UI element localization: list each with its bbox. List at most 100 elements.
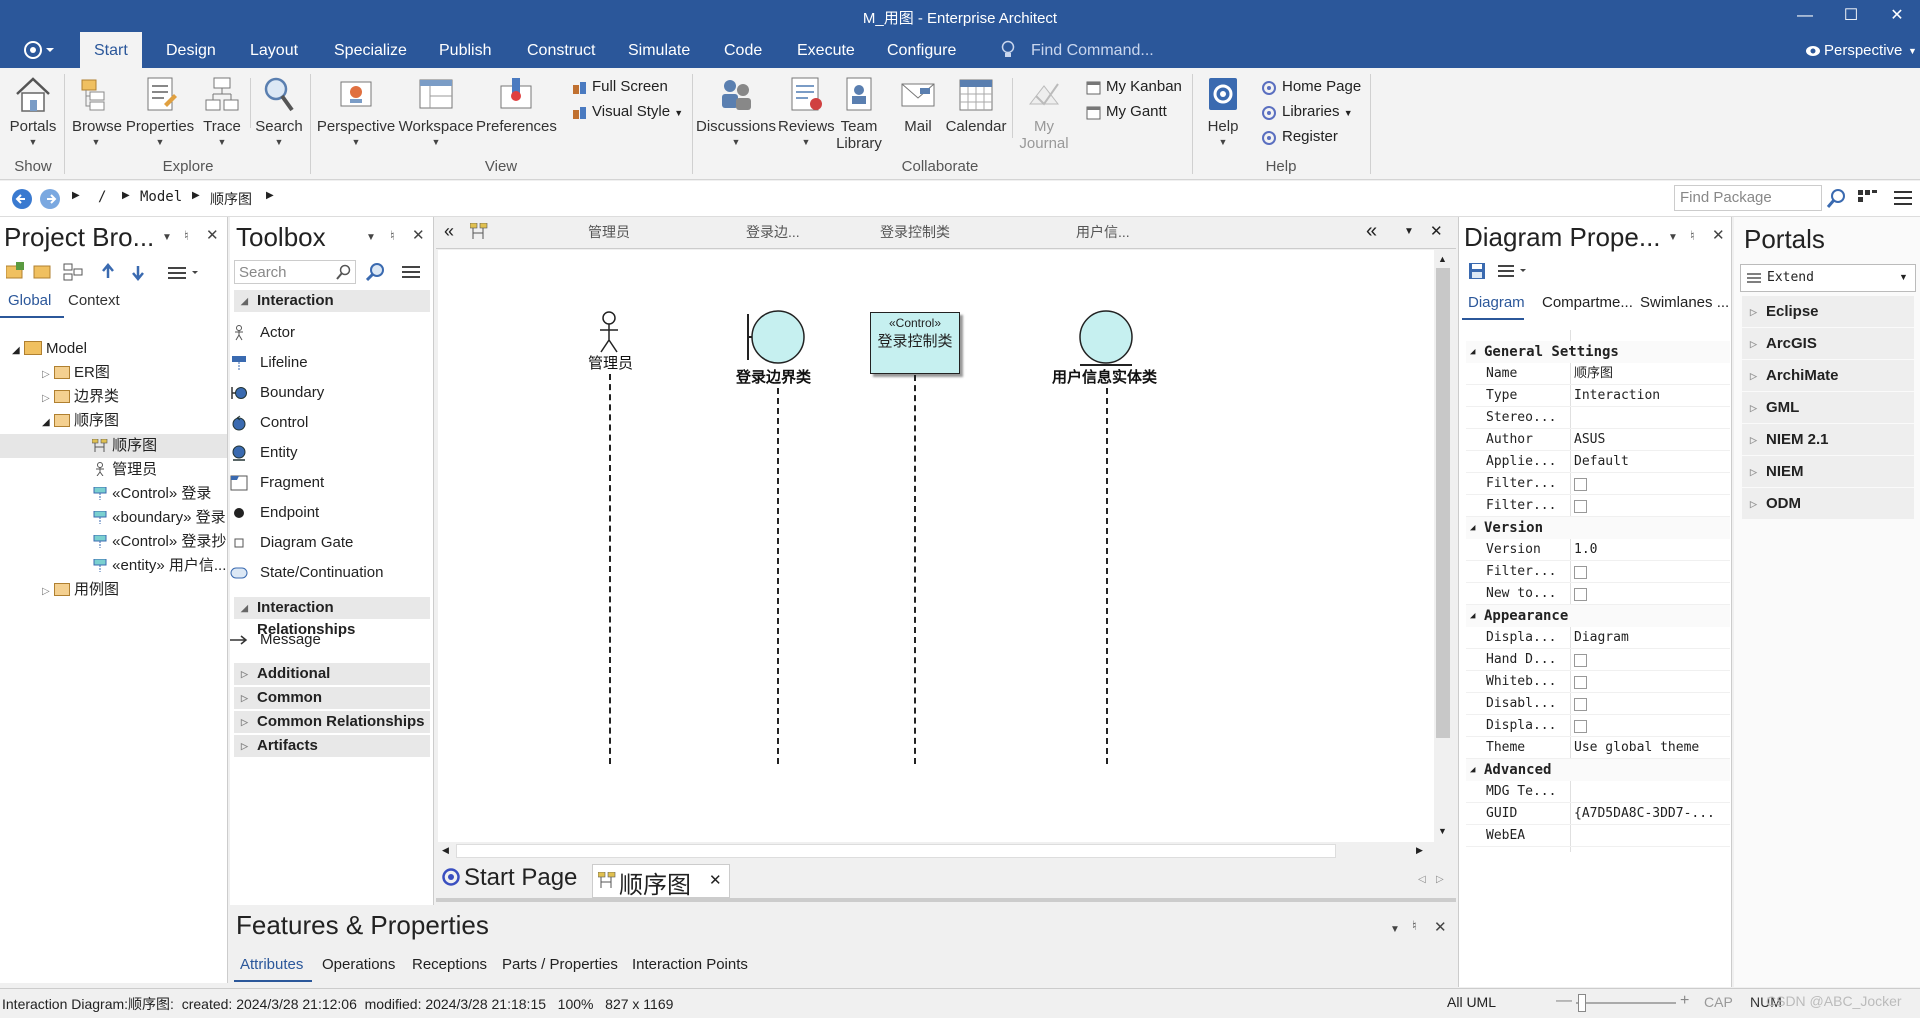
tab-scroll-right-icon[interactable]: ▷ (1436, 874, 1444, 885)
preferences-button[interactable]: Preferences (476, 72, 557, 135)
checkbox[interactable] (1574, 654, 1587, 667)
minimize-button[interactable]: — (1785, 4, 1825, 28)
prop-mdg[interactable]: MDG Te... (1466, 781, 1730, 803)
grid-icon[interactable] (1856, 187, 1878, 209)
tree-item-entity[interactable]: «entity» 用户信... (92, 555, 226, 577)
close-panel-icon[interactable]: ✕ (206, 226, 219, 244)
close-panel-icon[interactable]: ✕ (1712, 226, 1725, 244)
panel-dropdown-icon[interactable]: ▼ (366, 232, 376, 243)
scroll-thumb[interactable] (1436, 268, 1450, 738)
home-page-button[interactable]: Home Page (1260, 76, 1361, 98)
checkbox[interactable] (1574, 566, 1587, 579)
checkbox[interactable] (1574, 588, 1587, 601)
tab-sequence-diagram[interactable]: 顺序图 ✕ (592, 864, 730, 899)
prop-filter-1[interactable]: Filter... (1466, 473, 1730, 495)
prop-display-2[interactable]: Displa... (1466, 715, 1730, 737)
my-journal-button[interactable]: My Journal (1016, 72, 1072, 152)
toolbox-item-entity[interactable]: Entity (232, 444, 298, 461)
portal-odm[interactable]: ▷ ODM (1742, 488, 1914, 520)
tab-operations[interactable]: Operations (322, 956, 395, 973)
menu-icon[interactable] (1496, 262, 1532, 280)
search-icon[interactable] (336, 264, 352, 280)
tab-receptions[interactable]: Receptions (412, 956, 487, 973)
tab-code[interactable]: Code (724, 32, 762, 68)
panel-dropdown-icon[interactable]: ▼ (1668, 232, 1678, 243)
mail-button[interactable]: Mail (892, 72, 944, 135)
perspective-ribbon-button[interactable]: Perspective ▼ (316, 72, 396, 147)
collapse-right-icon[interactable]: « (1366, 220, 1377, 243)
workspace-button[interactable]: Workspace ▼ (398, 72, 474, 147)
toolbox-item-actor[interactable]: Actor (235, 324, 295, 341)
tab-parts-properties[interactable]: Parts / Properties (502, 956, 618, 973)
prop-stereotype[interactable]: Stereo... (1466, 407, 1730, 429)
portals-button[interactable]: Portals ▼ (8, 72, 58, 147)
zoom-in-button[interactable]: + (1680, 992, 1689, 1010)
portal-archimate[interactable]: ▷ ArchiMate (1742, 360, 1914, 392)
save-icon[interactable] (1468, 262, 1486, 280)
control-lifeline[interactable] (914, 375, 916, 764)
my-kanban-button[interactable]: My Kanban (1084, 76, 1182, 98)
help-button[interactable]: Help ▼ (1200, 72, 1246, 147)
browse-button[interactable]: Browse ▼ (72, 72, 122, 147)
tab-start[interactable]: Start (80, 32, 142, 68)
toolbox-item-boundary[interactable]: Boundary (231, 384, 324, 401)
tree-item-model[interactable]: ◢ Model (12, 338, 87, 360)
search-icon[interactable] (1826, 187, 1848, 209)
tab-diagram[interactable]: Diagram (1468, 294, 1525, 311)
search-button[interactable]: Search ▼ (254, 72, 304, 147)
tab-scroll-left-icon[interactable]: ◁ (1418, 874, 1426, 885)
libraries-button[interactable]: Libraries ▼ (1260, 101, 1353, 123)
toolbox-section-common[interactable]: ▷ Common (234, 687, 430, 709)
tab-swimlanes[interactable]: Swimlanes ... (1640, 294, 1729, 311)
forward-button[interactable] (40, 189, 60, 209)
close-diagram-icon[interactable]: ✕ (1430, 222, 1443, 240)
toolbox-section-interaction[interactable]: ◢ Interaction (234, 290, 430, 312)
prop-display[interactable]: Displa... Diagram (1466, 627, 1730, 649)
status-all-uml[interactable]: All UML (1447, 994, 1496, 1010)
checkbox[interactable] (1574, 720, 1587, 733)
app-menu-icon[interactable] (22, 39, 56, 61)
tab-publish[interactable]: Publish (439, 32, 491, 68)
tree-item-boundary-pkg[interactable]: ▷ 边界类 (42, 386, 119, 408)
find-package-input[interactable]: Find Package (1674, 185, 1822, 211)
properties-button[interactable]: Properties ▼ (124, 72, 196, 147)
toolbox-section-artifacts[interactable]: ▷ Artifacts (234, 735, 430, 757)
prop-disable[interactable]: Disabl... (1466, 693, 1730, 715)
tree-item-actor[interactable]: 管理员 (92, 459, 157, 481)
back-button[interactable] (12, 189, 32, 209)
entity-lifeline[interactable] (1106, 388, 1108, 764)
pin-icon[interactable]: ♮ (390, 228, 395, 244)
prop-webea[interactable]: WebEA (1466, 825, 1730, 847)
portal-gml[interactable]: ▷ GML (1742, 392, 1914, 424)
prop-theme[interactable]: Theme Use global theme (1466, 737, 1730, 759)
toolbox-item-diagram-gate[interactable]: Diagram Gate (234, 534, 353, 551)
tree-item-usecase-pkg[interactable]: ▷ 用例图 (42, 579, 119, 601)
panel-dropdown-icon[interactable]: ▼ (1390, 924, 1400, 935)
discussions-button[interactable]: Discussions ▼ (696, 72, 776, 147)
entity-figure[interactable] (1078, 310, 1134, 368)
horizontal-scrollbar[interactable]: ◀ ▶ (438, 842, 1434, 860)
portal-niem-21[interactable]: ▷ NIEM 2.1 (1742, 424, 1914, 456)
prop-whiteboard[interactable]: Whiteb... (1466, 671, 1730, 693)
pin-icon[interactable]: ♮ (1412, 918, 1417, 934)
trace-button[interactable]: Trace ▼ (200, 72, 244, 147)
toolbox-item-state-continuation[interactable]: State/Continuation (230, 564, 383, 581)
portal-arcgis[interactable]: ▷ ArcGIS (1742, 328, 1914, 360)
tab-global[interactable]: Global (8, 292, 51, 309)
portals-selector[interactable]: Extend ▼ (1740, 264, 1916, 292)
checkbox[interactable] (1574, 698, 1587, 711)
actor-figure[interactable] (597, 310, 621, 354)
prop-author[interactable]: Author ASUS (1466, 429, 1730, 451)
breadcrumb-diagram[interactable]: 顺序图 (210, 189, 252, 209)
tab-construct[interactable]: Construct (527, 32, 595, 68)
checkbox[interactable] (1574, 676, 1587, 689)
tab-context[interactable]: Context (68, 292, 120, 309)
boundary-figure[interactable] (745, 310, 807, 366)
tab-simulate[interactable]: Simulate (628, 32, 690, 68)
tab-execute[interactable]: Execute (797, 32, 855, 68)
toolbox-section-common-relationships[interactable]: ▷ Common Relationships (234, 711, 430, 733)
calendar-button[interactable]: Calendar (944, 72, 1008, 135)
tree-item-sequence-diagram[interactable]: 顺序图 (91, 435, 157, 457)
prop-version[interactable]: Version 1.0 (1466, 539, 1730, 561)
prop-hand-drawn[interactable]: Hand D... (1466, 649, 1730, 671)
